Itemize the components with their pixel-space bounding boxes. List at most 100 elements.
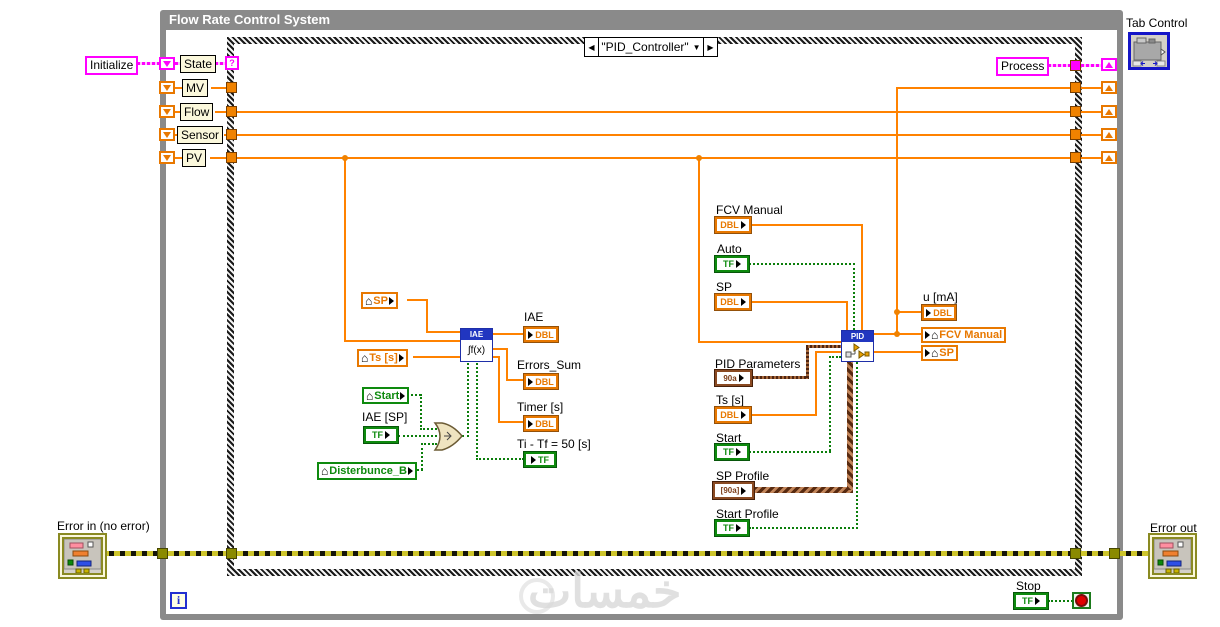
control-auto[interactable]: TF <box>715 256 749 272</box>
chevron-down-icon[interactable]: ▼ <box>693 43 701 52</box>
error-out-indicator[interactable] <box>1152 537 1193 575</box>
case-prev-arrow-icon[interactable]: ◀ <box>585 38 598 56</box>
shift-register-flow-right[interactable] <box>1101 105 1117 118</box>
arrow-icon <box>407 467 413 475</box>
control-stop[interactable]: TF <box>1014 593 1048 609</box>
wire-sensor-across <box>237 134 1071 136</box>
shift-register-pv-right[interactable] <box>1101 151 1117 164</box>
control-sp-profile[interactable]: [90a] <box>713 482 754 499</box>
indicator-iae[interactable]: DBL <box>524 327 558 342</box>
tunnel-error-loop-right[interactable] <box>1109 548 1120 559</box>
while-loop-title: Flow Rate Control System <box>169 12 331 27</box>
label-pv[interactable]: PV <box>182 149 207 167</box>
error-in-control[interactable] <box>62 537 103 575</box>
label-mv[interactable]: MV <box>182 79 208 97</box>
indicator-errors-sum[interactable]: DBL <box>524 374 558 389</box>
wire-sp-local-c <box>426 331 460 333</box>
shift-register-pv-left[interactable] <box>159 151 175 164</box>
tunnel-flow-right[interactable] <box>1070 106 1081 117</box>
shift-register-mv-left[interactable] <box>159 81 175 94</box>
process-string-constant[interactable]: Process <box>996 57 1050 76</box>
control-start[interactable]: TF <box>715 444 749 460</box>
tunnel-mv-right[interactable] <box>1070 82 1081 93</box>
wire-initialize <box>137 62 161 65</box>
label-stop[interactable]: Stop <box>1016 579 1041 593</box>
control-sp[interactable]: DBL <box>715 294 751 310</box>
local-variable-sp-write[interactable]: ⌂ SP <box>921 345 958 361</box>
tunnel-sensor-right[interactable] <box>1070 129 1081 140</box>
control-ts[interactable]: DBL <box>715 407 751 423</box>
tunnel-state-case[interactable]: ? <box>225 56 239 70</box>
label-start-profile[interactable]: Start Profile <box>716 507 779 521</box>
tab-control-terminal[interactable] <box>1128 32 1170 70</box>
loop-condition-terminal[interactable] <box>1072 592 1091 609</box>
local-variable-fcv-write[interactable]: ⌂ FCV Manual <box>921 327 1007 343</box>
tunnel-pv-right[interactable] <box>1070 152 1081 163</box>
shift-register-state-right[interactable] <box>1101 58 1117 71</box>
label-sensor[interactable]: Sensor <box>177 126 224 144</box>
label-fcv-manual[interactable]: FCV Manual <box>716 203 783 217</box>
label-sp[interactable]: SP <box>716 280 732 294</box>
wire-pid-out2 <box>874 351 922 353</box>
arrow-icon <box>736 448 741 456</box>
label-state[interactable]: State <box>180 55 217 73</box>
wire-titf-b <box>476 458 524 460</box>
control-fcv-manual[interactable]: DBL <box>715 217 751 233</box>
compound-arithmetic-or-gate[interactable] <box>433 421 464 452</box>
local-variable-disturbance-read[interactable]: ⌂ Disterbunce_B <box>317 462 417 480</box>
label-auto[interactable]: Auto <box>717 242 742 256</box>
initialize-string-constant[interactable]: Initialize <box>85 56 139 75</box>
iae-subvi[interactable]: IAE ∫f(x) <box>460 328 493 362</box>
control-pid-parameters[interactable]: 90a <box>715 370 752 386</box>
tunnel-error-loop-left[interactable] <box>157 548 168 559</box>
indicator-u-ma[interactable]: DBL <box>922 305 956 320</box>
shift-register-sensor-right[interactable] <box>1101 128 1117 141</box>
shift-register-mv-right[interactable] <box>1101 81 1117 94</box>
wire-fcv-v <box>861 224 863 330</box>
label-iae-sp[interactable]: IAE [SP] <box>362 410 407 424</box>
wire-junction-dot <box>342 155 348 161</box>
wire-sp-v <box>846 301 848 330</box>
tunnel-error-case-left[interactable] <box>226 548 237 559</box>
control-start-profile[interactable]: TF <box>715 520 749 536</box>
boolean-control-iae-sp[interactable]: TF <box>364 427 398 443</box>
wire-pv-branch2-v <box>698 157 700 343</box>
label-flow[interactable]: Flow <box>180 103 214 121</box>
indicator-ti-tf[interactable]: TF <box>524 452 556 467</box>
label-timer[interactable]: Timer [s] <box>517 400 563 414</box>
label-ts[interactable]: Ts [s] <box>716 393 744 407</box>
wire-stop <box>1048 600 1073 602</box>
wire-junction-dot <box>894 331 900 337</box>
iteration-terminal[interactable]: i <box>170 592 187 609</box>
label-error-in[interactable]: Error in (no error) <box>57 519 150 533</box>
label-errors-sum[interactable]: Errors_Sum <box>517 358 581 372</box>
shift-register-sensor-left[interactable] <box>159 128 175 141</box>
label-u-ma[interactable]: u [mA] <box>923 290 958 304</box>
label-tab-control[interactable]: Tab Control <box>1126 16 1187 30</box>
tunnel-sensor-left[interactable] <box>226 129 237 140</box>
label-pid-parameters[interactable]: PID Parameters <box>715 357 800 371</box>
tunnel-pv-left[interactable] <box>226 152 237 163</box>
case-next-arrow-icon[interactable]: ▶ <box>704 38 717 56</box>
shift-register-state-left[interactable] <box>159 57 175 70</box>
local-variable-start-read[interactable]: ⌂ Start <box>362 387 410 404</box>
local-variable-ts-read[interactable]: ⌂ Ts [s] <box>357 349 408 367</box>
tunnel-process[interactable] <box>1070 60 1081 71</box>
wire-errors-b <box>506 348 508 381</box>
label-error-out[interactable]: Error out <box>1150 521 1197 535</box>
tunnel-error-case-right[interactable] <box>1070 548 1081 559</box>
label-iae-out[interactable]: IAE <box>524 310 543 324</box>
case-selector[interactable]: ◀ "PID_Controller" ▼ ▶ <box>584 37 718 57</box>
label-ti-tf[interactable]: Ti - Tf = 50 [s] <box>517 437 591 451</box>
label-start[interactable]: Start <box>716 431 741 445</box>
tunnel-mv-left[interactable] <box>226 82 237 93</box>
local-variable-sp-read[interactable]: ⌂ SP <box>361 292 398 309</box>
label-sp-profile[interactable]: SP Profile <box>716 469 769 483</box>
wire-errors-c <box>506 379 524 381</box>
pid-subvi[interactable]: PID <box>841 330 874 362</box>
indicator-timer[interactable]: DBL <box>524 416 558 431</box>
wire-params-h2 <box>806 345 841 348</box>
wire-error-5 <box>1120 551 1152 556</box>
shift-register-flow-left[interactable] <box>159 105 175 118</box>
tunnel-flow-left[interactable] <box>226 106 237 117</box>
